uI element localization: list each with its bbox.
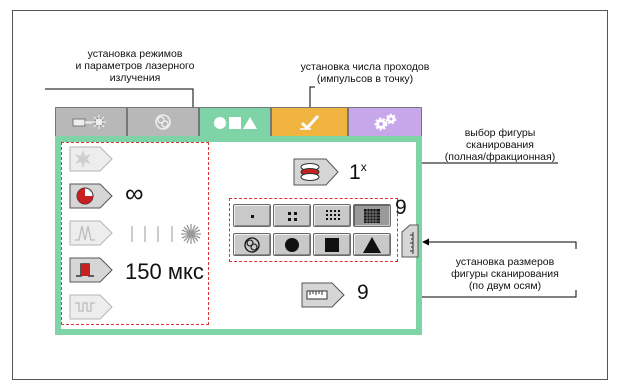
tab-settings[interactable] [348, 107, 422, 137]
pulse-mode-button[interactable] [69, 294, 113, 320]
density-full-button[interactable] [353, 204, 391, 227]
annotation-scan-size: установка размеров фигуры сканирования (… [451, 256, 559, 292]
figure-size-button[interactable] [301, 282, 345, 308]
tab-scan-pattern[interactable] [127, 107, 199, 137]
single-dot-icon [251, 214, 254, 218]
pulse-train-burst-icon [181, 224, 201, 244]
shape-square-button[interactable] [313, 233, 351, 256]
triangle-icon [363, 236, 381, 253]
pulse-train-indicator [131, 224, 201, 244]
ruler-icon [306, 290, 328, 300]
density-value: 9 [395, 196, 407, 219]
tab-laser[interactable] [55, 107, 127, 137]
annotation-scan-figure: выбор фигуры сканирования (полная/фракци… [444, 127, 556, 163]
repeat-button[interactable] [69, 183, 113, 209]
four-dots-icon [288, 211, 297, 221]
duration-button[interactable] [69, 257, 113, 283]
passes-count: 1 [349, 161, 361, 184]
ruler-vertical-icon [410, 232, 414, 254]
repeat-value: ∞ [125, 178, 144, 208]
tab-shapes[interactable] [199, 107, 271, 138]
figure-size-side-button[interactable] [401, 224, 419, 258]
density-1-button[interactable] [233, 204, 271, 227]
pie-timer-icon [76, 187, 94, 205]
size-value: 9 [357, 281, 369, 304]
settings-panel: ∞ 150 мкс 1x 9 9 [61, 142, 419, 329]
passes-value: 1x [349, 160, 367, 185]
sixteen-dots-icon [326, 209, 340, 220]
scan-pattern-icon [155, 114, 171, 130]
passes-suffix: x [360, 160, 367, 174]
duration-value: 150 мкс [125, 259, 204, 284]
laser-device-screen: ∞ 150 мкс 1x 9 9 [55, 107, 422, 335]
screen-area: ∞ 150 мкс 1x 9 9 [55, 136, 422, 335]
gears-icon [374, 113, 397, 131]
rings-icon [244, 236, 260, 253]
shape-rings-button[interactable] [233, 233, 271, 256]
pulse-shape-button[interactable] [69, 220, 113, 246]
dense-grid-icon [364, 208, 380, 223]
mode-button[interactable] [69, 146, 113, 172]
checkmark-icon [299, 114, 319, 130]
shape-triangle-button[interactable] [353, 233, 391, 256]
density-4-button[interactable] [273, 204, 311, 227]
annotation-laser-params: установка режимов и параметров лазерного… [75, 48, 195, 84]
square-icon [325, 237, 339, 252]
circle-icon [285, 237, 299, 252]
tab-checklist[interactable] [271, 107, 348, 137]
annotation-passes: установка числа проходов (импульсов в то… [300, 61, 430, 85]
density-16-button[interactable] [313, 204, 351, 227]
shapes-icon [214, 117, 257, 129]
shape-circle-button[interactable] [273, 233, 311, 256]
passes-button[interactable] [293, 158, 339, 186]
laser-icon [72, 115, 106, 129]
layers-icon [300, 163, 320, 181]
